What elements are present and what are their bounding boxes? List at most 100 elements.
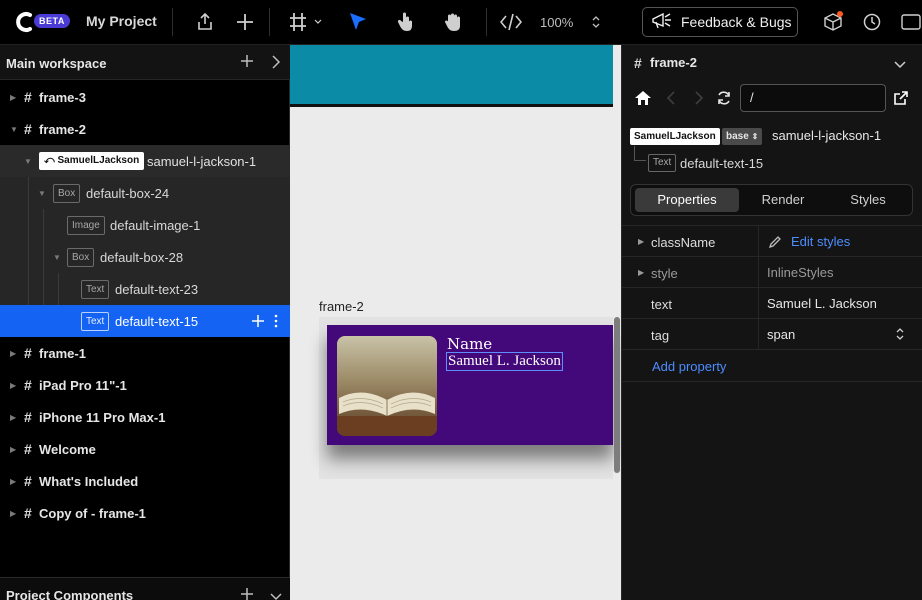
teal-frame-preview[interactable] — [290, 45, 613, 107]
design-canvas[interactable]: frame-2 Name Samuel L. Jackson — [290, 45, 621, 600]
layer-row-text-selected[interactable]: Text default-text-15 — [0, 305, 290, 337]
zoom-stepper-icon[interactable] — [590, 14, 602, 30]
pencil-icon[interactable] — [768, 235, 782, 252]
box-tag: Box — [67, 248, 95, 267]
component-chip-label: SamuelLJackson — [57, 155, 140, 166]
frame-tool-icon[interactable] — [288, 11, 324, 33]
chevron-right-icon[interactable] — [270, 55, 282, 74]
card-name-value[interactable]: Samuel L. Jackson — [446, 352, 563, 371]
frame-hash-icon: # — [24, 377, 32, 393]
route-path-input[interactable]: / — [740, 84, 886, 112]
layer-row-box[interactable]: ▼ Box default-box-28 — [0, 241, 290, 273]
prop-row-text[interactable]: text Samuel L. Jackson — [622, 288, 922, 319]
add-frame-icon[interactable] — [240, 54, 254, 73]
code-icon[interactable] — [499, 11, 523, 33]
open-external-icon[interactable] — [894, 91, 908, 110]
caret-right-icon[interactable]: ▶ — [10, 445, 16, 454]
prop-row-classname[interactable]: ▶ className Edit styles — [622, 226, 922, 257]
card-name-label[interactable]: Name — [447, 335, 492, 353]
layer-label: frame-2 — [39, 122, 86, 137]
layer-row-iphone[interactable]: ▶ # iPhone 11 Pro Max-1 — [0, 401, 290, 433]
tab-styles[interactable]: Styles — [827, 188, 909, 212]
layer-label: default-box-24 — [86, 186, 170, 201]
zoom-level[interactable]: 100% — [540, 15, 573, 30]
frame-hash-icon: # — [24, 505, 32, 521]
caret-right-icon[interactable]: ▶ — [10, 509, 16, 518]
variant-label: base — [726, 131, 749, 142]
caret-down-icon[interactable]: ▼ — [10, 125, 18, 134]
workspace-title: Main workspace — [6, 56, 107, 71]
caret-down-icon[interactable]: ▼ — [53, 253, 61, 262]
feedback-button[interactable]: Feedback & Bugs — [642, 7, 798, 37]
app-logo-icon[interactable] — [14, 10, 36, 34]
add-component-icon[interactable] — [240, 587, 254, 600]
text-tag: Text — [81, 280, 110, 299]
caret-right-icon[interactable]: ▶ — [638, 237, 644, 246]
layer-row-text[interactable]: Text default-text-23 — [0, 273, 290, 305]
more-vertical-icon[interactable] — [273, 314, 279, 331]
variant-select[interactable]: base ⇕ — [722, 128, 763, 145]
caret-down-icon[interactable]: ▼ — [38, 189, 46, 198]
caret-right-icon[interactable]: ▶ — [10, 381, 16, 390]
share-icon[interactable] — [194, 11, 216, 33]
beta-badge: BETA — [34, 14, 70, 28]
layer-label: frame-1 — [39, 346, 86, 361]
prop-row-style[interactable]: ▶ style InlineStyles — [622, 257, 922, 288]
pan-hand-icon[interactable] — [442, 10, 466, 34]
home-icon[interactable] — [634, 90, 652, 111]
layer-row-image[interactable]: Image default-image-1 — [0, 209, 290, 241]
forward-arrow-icon[interactable] — [694, 91, 704, 110]
layer-row-welcome[interactable]: ▶ # Welcome — [0, 433, 290, 465]
layer-row-frame-3[interactable]: ▶ # frame-3 — [0, 81, 290, 113]
add-child-icon[interactable] — [251, 314, 265, 331]
select-arrows-icon[interactable] — [896, 328, 904, 343]
prop-value-select[interactable]: span — [767, 327, 795, 342]
pointer-hand-icon[interactable] — [394, 10, 418, 34]
layer-row-ipad[interactable]: ▶ # iPad Pro 11"-1 — [0, 369, 290, 401]
component-chip[interactable]: SamuelLJackson — [630, 128, 720, 145]
frame-hash-icon: # — [24, 473, 32, 489]
select-pointer-icon[interactable] — [346, 10, 370, 34]
add-property-button[interactable]: Add property — [652, 359, 726, 374]
layer-label: What's Included — [39, 474, 139, 489]
child-element-name[interactable]: default-text-15 — [680, 156, 763, 171]
chevron-down-icon[interactable] — [270, 589, 282, 600]
frame-hash-icon: # — [24, 441, 32, 457]
layer-row-frame-2[interactable]: ▼ # frame-2 — [0, 113, 290, 145]
samuel-card[interactable]: Name Samuel L. Jackson — [327, 325, 613, 445]
caret-right-icon[interactable]: ▶ — [10, 413, 16, 422]
refresh-icon[interactable] — [716, 90, 732, 111]
history-icon[interactable] — [861, 11, 883, 33]
caret-right-icon[interactable]: ▶ — [638, 268, 644, 277]
tree-guide-line — [634, 146, 635, 160]
layer-row-frame-1[interactable]: ▶ # frame-1 — [0, 337, 290, 369]
edit-styles-link[interactable]: Edit styles — [791, 234, 850, 249]
layer-row-whats-included[interactable]: ▶ # What's Included — [0, 465, 290, 497]
book-image[interactable] — [337, 336, 437, 436]
prop-value-input[interactable]: Samuel L. Jackson — [767, 296, 877, 311]
caret-right-icon[interactable]: ▶ — [10, 93, 16, 102]
caret-right-icon[interactable]: ▶ — [10, 349, 16, 358]
canvas-scrollbar[interactable] — [614, 317, 620, 473]
caret-down-icon[interactable]: ▼ — [24, 157, 32, 166]
caret-right-icon[interactable]: ▶ — [10, 477, 16, 486]
panel-toggle-icon[interactable] — [900, 11, 922, 33]
inspector-title: frame-2 — [650, 55, 697, 70]
prop-row-tag[interactable]: tag span — [622, 319, 922, 350]
layer-row-component[interactable]: ▼ ⤺ SamuelLJackson samuel-l-jackson-1 — [0, 145, 290, 177]
tab-properties[interactable]: Properties — [635, 188, 739, 212]
back-arrow-icon[interactable] — [666, 91, 676, 110]
layer-row-copy-frame-1[interactable]: ▶ # Copy of - frame-1 — [0, 497, 290, 529]
toolbar-divider — [486, 8, 487, 36]
text-tag: Text — [648, 154, 677, 172]
layer-row-box[interactable]: ▼ Box default-box-24 — [0, 177, 290, 209]
frame-label[interactable]: frame-2 — [319, 299, 364, 314]
project-name[interactable]: My Project — [86, 13, 157, 29]
frame-hash-icon: # — [24, 89, 32, 105]
tab-render[interactable]: Render — [741, 188, 825, 212]
layer-label: default-box-28 — [100, 250, 184, 265]
add-icon[interactable] — [234, 11, 256, 33]
megaphone-icon — [651, 11, 673, 34]
chevron-down-icon[interactable] — [894, 57, 906, 75]
prop-value: InlineStyles — [767, 265, 834, 280]
